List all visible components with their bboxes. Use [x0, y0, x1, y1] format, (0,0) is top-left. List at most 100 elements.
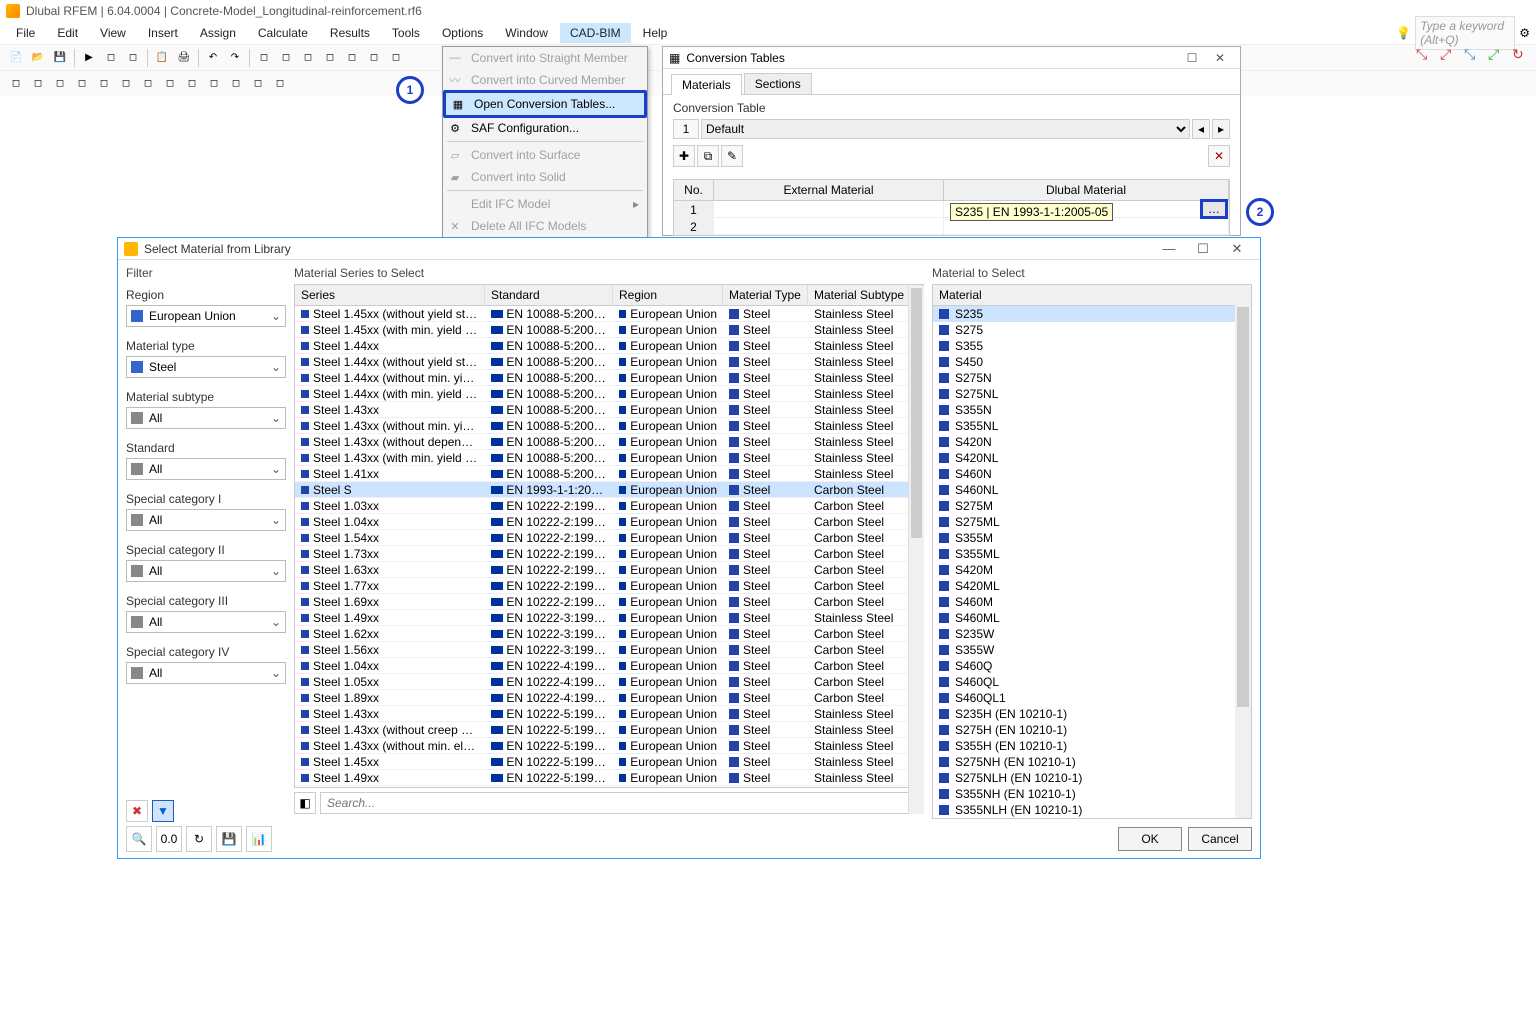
tb-calc-icon[interactable]: ▶	[79, 48, 99, 68]
material-item[interactable]: S275NH (EN 10210-1)	[933, 754, 1251, 770]
tb-icon[interactable]: ◻	[276, 48, 296, 68]
series-row[interactable]: Steel 1.41xx EN 10088-5:2009-03 European…	[295, 466, 923, 482]
series-row[interactable]: Steel 1.44xx EN 10088-5:2009-03 European…	[295, 338, 923, 354]
menu-calculate[interactable]: Calculate	[248, 23, 318, 43]
tb-icon[interactable]: ◻	[94, 74, 114, 94]
col-mtype[interactable]: Material Type	[723, 285, 808, 305]
material-item[interactable]: S355NLH (EN 10210-1)	[933, 802, 1251, 818]
series-row[interactable]: Steel S EN 1993-1-1:2005-05 European Uni…	[295, 482, 923, 498]
tb-icon[interactable]: ◻	[204, 74, 224, 94]
search-input[interactable]	[320, 792, 924, 814]
axis-icon[interactable]: ⤢	[1488, 46, 1508, 66]
tb-icon[interactable]: ◻	[270, 74, 290, 94]
menu-assign[interactable]: Assign	[190, 23, 246, 43]
tb-copy-icon[interactable]: 📋	[152, 48, 172, 68]
material-item[interactable]: S355H (EN 10210-1)	[933, 738, 1251, 754]
tb-icon[interactable]: ◻	[6, 74, 26, 94]
material-item[interactable]: S275	[933, 322, 1251, 338]
tb-icon[interactable]: ◻	[160, 74, 180, 94]
delete-icon[interactable]: ✕	[1208, 145, 1230, 167]
external-cell[interactable]	[714, 201, 944, 217]
tab-sections[interactable]: Sections	[744, 73, 812, 94]
series-row[interactable]: Steel 1.44xx (without yield strength) EN…	[295, 354, 923, 370]
tb-new-icon[interactable]: 📄	[6, 48, 26, 68]
prev-button[interactable]: ◂	[1192, 119, 1210, 139]
tb-icon[interactable]: ◻	[123, 48, 143, 68]
material-item[interactable]: S420M	[933, 562, 1251, 578]
material-item[interactable]: S355N	[933, 402, 1251, 418]
color-icon[interactable]: ◧	[294, 792, 316, 814]
material-item[interactable]: S275N	[933, 370, 1251, 386]
tb-icon[interactable]: ◻	[101, 48, 121, 68]
series-row[interactable]: Steel 1.43xx (without dependent coe... E…	[295, 434, 923, 450]
ok-button[interactable]: OK	[1118, 827, 1182, 851]
material-item[interactable]: S460N	[933, 466, 1251, 482]
menu-window[interactable]: Window	[495, 23, 558, 43]
series-row[interactable]: Steel 1.03xx EN 10222-2:1999-12 European…	[295, 498, 923, 514]
series-row[interactable]: Steel 1.89xx EN 10222-4:1998-11 European…	[295, 690, 923, 706]
material-item[interactable]: S355NL	[933, 418, 1251, 434]
material-item[interactable]: S460NL	[933, 482, 1251, 498]
tb-icon[interactable]: ◻	[248, 74, 268, 94]
series-row[interactable]: Steel 1.69xx EN 10222-2:1999-12 European…	[295, 594, 923, 610]
material-item[interactable]: S355M	[933, 530, 1251, 546]
scrollbar[interactable]	[1235, 305, 1251, 818]
material-item[interactable]: S460M	[933, 594, 1251, 610]
menu-cad-bim[interactable]: CAD-BIM	[560, 23, 631, 43]
edit-icon[interactable]: ✎	[721, 145, 743, 167]
material-item[interactable]: S275M	[933, 498, 1251, 514]
units-icon[interactable]: 0.0	[156, 826, 182, 852]
help-icon[interactable]: 🔍	[126, 826, 152, 852]
series-row[interactable]: Steel 1.44xx (without min. yield stren..…	[295, 370, 923, 386]
tb-icon[interactable]: ◻	[364, 48, 384, 68]
tb-open-icon[interactable]: 📂	[28, 48, 48, 68]
refresh-icon[interactable]: ↻	[186, 826, 212, 852]
series-row[interactable]: Steel 1.43xx EN 10222-5:1999-12 European…	[295, 706, 923, 722]
series-row[interactable]: Steel 1.49xx EN 10222-3:1998-11 European…	[295, 610, 923, 626]
col-region[interactable]: Region	[613, 285, 723, 305]
material-item[interactable]: S355	[933, 338, 1251, 354]
filter-select[interactable]: All⌄	[126, 458, 286, 480]
close-button[interactable]: ✕	[1220, 241, 1254, 257]
menu-file[interactable]: File	[6, 23, 45, 43]
series-row[interactable]: Steel 1.62xx EN 10222-3:1998-11 European…	[295, 626, 923, 642]
material-item[interactable]: S355W	[933, 642, 1251, 658]
material-item[interactable]: S460QL1	[933, 690, 1251, 706]
tb-icon[interactable]: ◻	[138, 74, 158, 94]
tb-icon[interactable]: ◻	[226, 74, 246, 94]
col-msub[interactable]: Material Subtype	[808, 285, 923, 305]
axis-icon[interactable]: ↻	[1512, 46, 1532, 66]
tb-icon[interactable]: ◻	[50, 74, 70, 94]
material-item[interactable]: S355NH (EN 10210-1)	[933, 786, 1251, 802]
menu-options[interactable]: Options	[432, 23, 493, 43]
minimize-button[interactable]: —	[1152, 241, 1186, 256]
maximize-button[interactable]: ☐	[1178, 51, 1206, 65]
axis-icon[interactable]: ⤢	[1440, 46, 1460, 66]
tb-icon[interactable]: ◻	[28, 74, 48, 94]
series-row[interactable]: Steel 1.44xx (with min. yield strength..…	[295, 386, 923, 402]
series-row[interactable]: Steel 1.43xx (without min. elongation) E…	[295, 738, 923, 754]
cancel-button[interactable]: Cancel	[1188, 827, 1252, 851]
series-row[interactable]: Steel 1.73xx EN 10222-2:1999-12 European…	[295, 546, 923, 562]
series-row[interactable]: Steel 1.43xx (with min. yield strength..…	[295, 450, 923, 466]
filter-icon[interactable]: ▼	[152, 800, 174, 822]
material-item[interactable]: S275ML	[933, 514, 1251, 530]
menu-edit[interactable]: Edit	[47, 23, 88, 43]
bulb-icon[interactable]: 💡	[1396, 26, 1411, 40]
axis-icon[interactable]: ⤡	[1464, 46, 1484, 66]
col-series[interactable]: Series	[295, 285, 485, 305]
dlubal-cell-value[interactable]: S235 | EN 1993-1-1:2005-05	[950, 203, 1113, 221]
menu-results[interactable]: Results	[320, 23, 380, 43]
series-row[interactable]: Steel 1.49xx (without min. elongatio... …	[295, 786, 923, 788]
filter-select[interactable]: All⌄	[126, 662, 286, 684]
filter-select[interactable]: Steel⌄	[126, 356, 286, 378]
tb-icon[interactable]: ◻	[182, 74, 202, 94]
material-item[interactable]: S420N	[933, 434, 1251, 450]
tab-materials[interactable]: Materials	[671, 74, 742, 95]
menu-tools[interactable]: Tools	[382, 23, 430, 43]
tb-icon[interactable]: ◻	[320, 48, 340, 68]
filter-select[interactable]: All⌄	[126, 611, 286, 633]
tb-icon[interactable]: ◻	[72, 74, 92, 94]
material-item[interactable]: S235W	[933, 626, 1251, 642]
tb-redo-icon[interactable]: ↷	[225, 48, 245, 68]
